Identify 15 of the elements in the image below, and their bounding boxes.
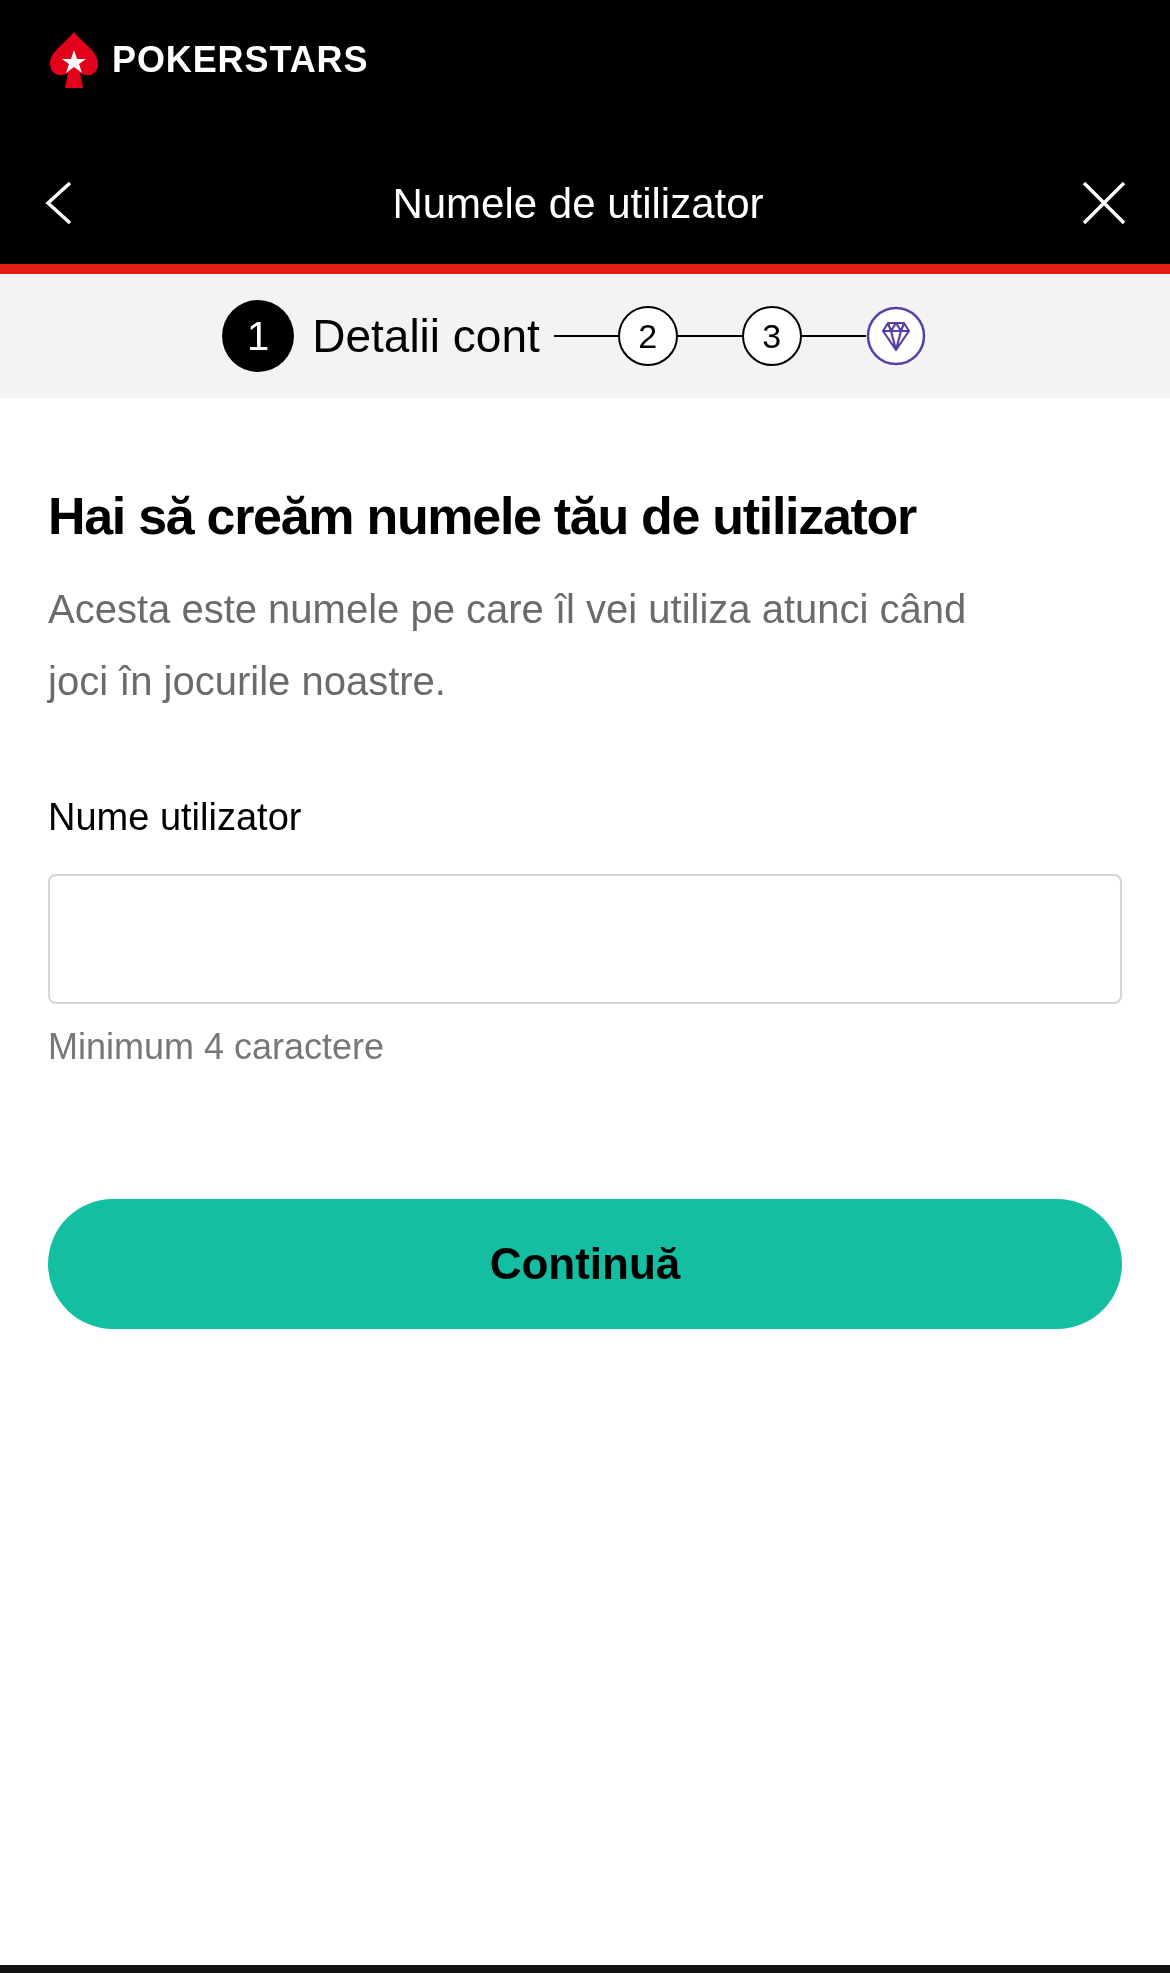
step-number: 1: [222, 300, 295, 372]
step-label: Detalii cont: [312, 308, 540, 364]
username-field[interactable]: [48, 874, 1122, 1004]
heading: Hai să creăm numele tău de utilizator: [48, 486, 918, 547]
step-number: 3: [741, 306, 802, 366]
continue-button[interactable]: Continuă: [48, 1199, 1122, 1329]
spade-logo-icon: [48, 30, 100, 90]
page-title: Numele de utilizator: [392, 178, 764, 229]
description: Acesta este numele pe care îl vei utiliza atunci când joci în jocurile noastre.: [48, 586, 968, 705]
step-number: 2: [617, 306, 678, 366]
field-hint: Minimum 4 caractere: [48, 1025, 386, 1069]
close-icon[interactable]: [1082, 181, 1126, 225]
field-label: Nume utilizator: [48, 795, 303, 840]
back-icon[interactable]: [44, 181, 74, 225]
brand-name: POKERSTARS: [112, 38, 369, 82]
